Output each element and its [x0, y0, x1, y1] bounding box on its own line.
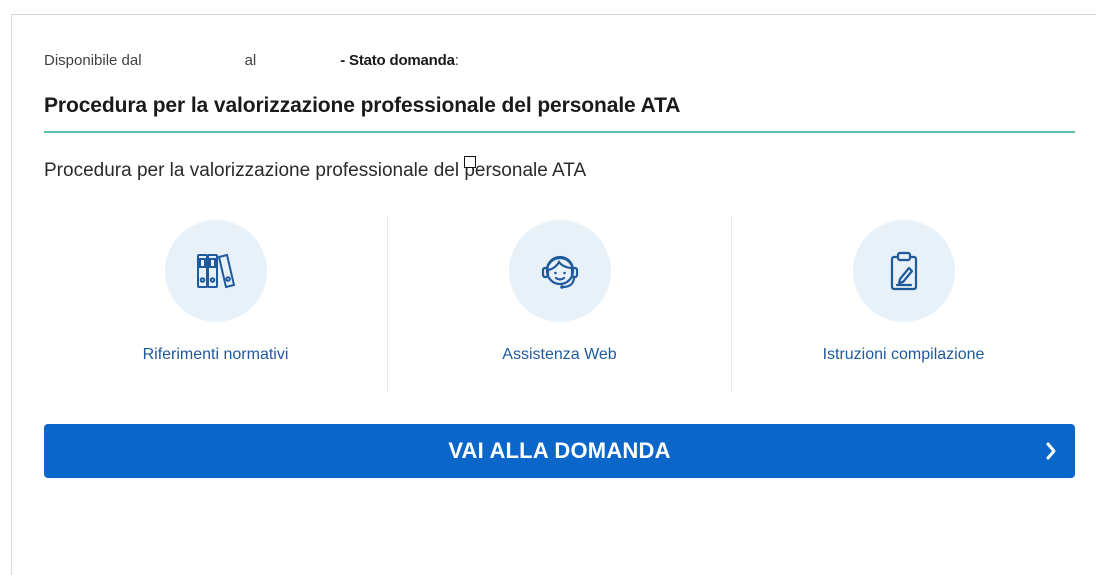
link-label: Riferimenti normativi — [142, 346, 289, 363]
link-label: Assistenza Web — [502, 346, 617, 363]
mouse-cursor-icon — [464, 156, 476, 168]
available-from-label: Disponibile dal — [44, 52, 142, 69]
binders-icon — [164, 220, 267, 322]
link-assistenza-web[interactable]: Assistenza Web — [387, 216, 731, 391]
status-colon: : — [454, 52, 459, 69]
availability-line: Disponibile dal al - Stato domanda: — [44, 52, 459, 69]
link-istruzioni-compilazione[interactable]: Istruzioni compilazione — [731, 216, 1075, 391]
title-divider — [44, 131, 1075, 133]
clipboard-edit-icon — [852, 220, 955, 322]
go-to-application-button[interactable]: VAI ALLA DOMANDA — [44, 424, 1075, 478]
chevron-right-icon — [1046, 442, 1056, 460]
cta-label: VAI ALLA DOMANDA — [448, 438, 671, 463]
info-links: Riferimenti normativi Assistenza Web Ist… — [44, 216, 1075, 391]
headset-support-icon — [508, 220, 611, 322]
link-label: Istruzioni compilazione — [822, 346, 985, 363]
procedure-title: Procedura per la valorizzazione professi… — [44, 94, 681, 117]
available-to-label: al — [244, 52, 257, 69]
link-riferimenti-normativi[interactable]: Riferimenti normativi — [44, 216, 387, 391]
procedure-description: Procedura per la valorizzazione professi… — [44, 160, 587, 181]
status-label: - Stato domanda — [340, 52, 455, 69]
